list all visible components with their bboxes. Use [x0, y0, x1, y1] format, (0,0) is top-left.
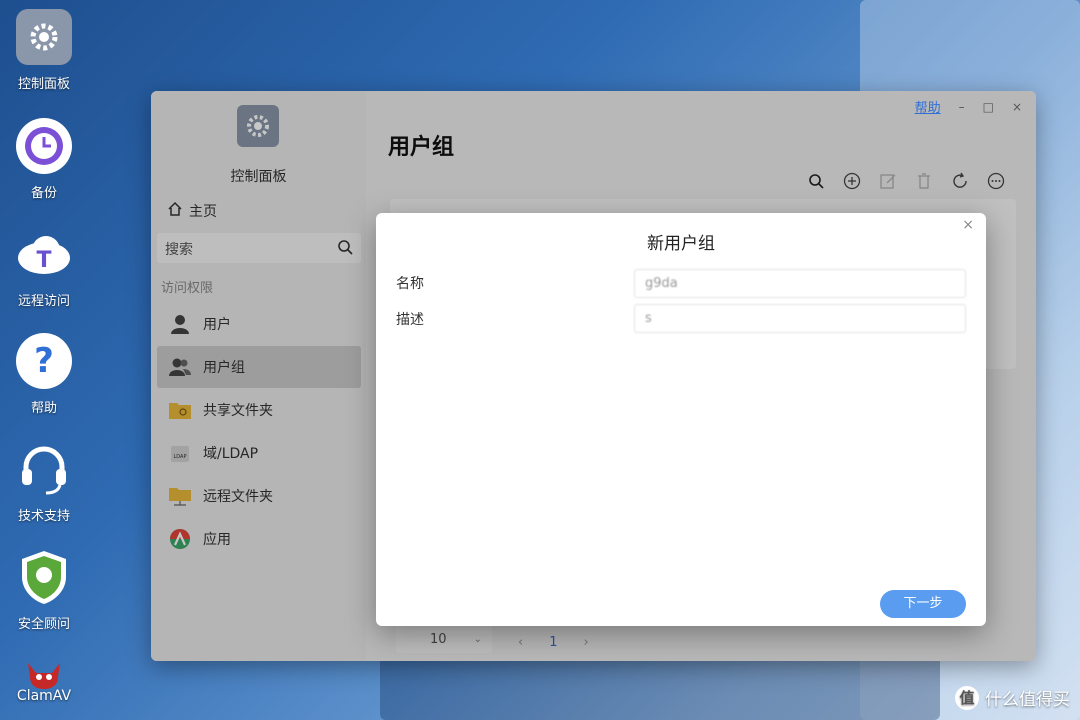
name-label: 名称 [396, 276, 424, 292]
desktop-icon-remote-access[interactable]: T 远程访问 [0, 226, 88, 309]
desktop-icon-control-panel[interactable]: 控制面板 [0, 9, 88, 92]
dialog-title: 新用户组 [647, 234, 715, 254]
desktop-icon-label: 安全顾问 [17, 617, 70, 632]
desktop-icon-clamav[interactable]: ClamAV [0, 660, 88, 704]
question-icon: ? [16, 333, 72, 389]
svg-text:T: T [36, 248, 51, 273]
desktop-icon-label: 备份 [30, 186, 57, 201]
cloud-t-icon: T [16, 226, 72, 282]
watermark-logo: 值 [955, 685, 979, 710]
desktop-icon-label: 远程访问 [17, 294, 70, 309]
desktop-icon-help[interactable]: ? 帮助 [0, 333, 88, 416]
window-controls: 帮助 – □ × [915, 97, 1022, 117]
new-user-group-dialog: × 新用户组 名称 g9da 描述 s 下一步 [376, 213, 986, 626]
gear-icon [16, 9, 72, 65]
desktop-icon-label: 控制面板 [17, 77, 70, 92]
desktop-icon-tech-support[interactable]: 技术支持 [0, 441, 88, 524]
maximize-button[interactable]: □ [983, 100, 994, 114]
desktop-icon-label: 技术支持 [17, 509, 70, 524]
description-label: 描述 [396, 312, 424, 328]
desktop-icon-label: 帮助 [30, 401, 57, 416]
desktop-icon-label: ClamAV [16, 688, 72, 704]
help-link[interactable]: 帮助 [915, 97, 941, 116]
name-field[interactable]: g9da [634, 269, 966, 298]
clock-icon [16, 118, 72, 174]
description-field[interactable]: s [634, 304, 966, 333]
watermark-text: 什么值得买 [985, 690, 1070, 710]
desktop-icon-security-advisor[interactable]: 安全顾问 [0, 549, 88, 632]
watermark: 值 什么值得买 [955, 685, 1070, 710]
desktop-icon-backup[interactable]: 备份 [0, 118, 88, 201]
next-button[interactable]: 下一步 [880, 590, 966, 618]
headset-icon [16, 441, 72, 497]
close-button[interactable]: × [1012, 100, 1022, 114]
shield-icon [16, 549, 72, 605]
minimize-button[interactable]: – [959, 100, 965, 114]
